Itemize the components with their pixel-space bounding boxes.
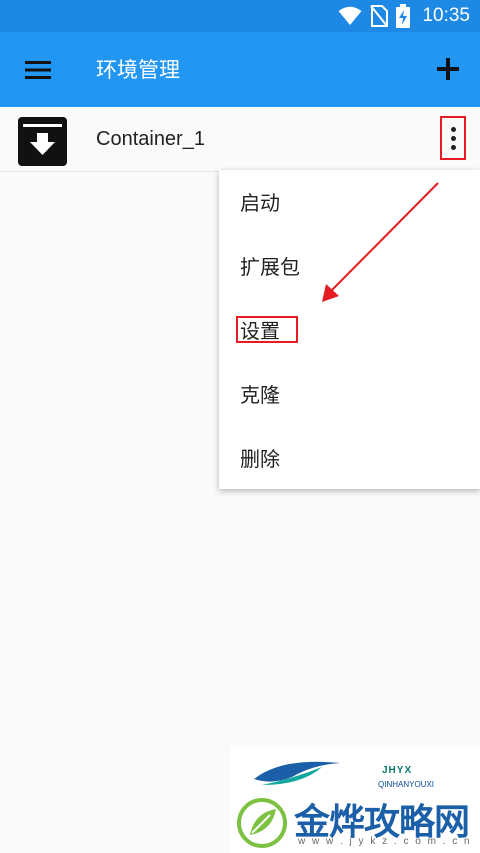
menu-item-extension-pack[interactable]: 扩展包 (219, 234, 480, 297)
add-button[interactable] (432, 52, 464, 86)
watermark-url: w w w . j y k z . c o m . c n (298, 836, 472, 847)
no-sim-icon (370, 5, 389, 27)
wifi-icon (338, 6, 362, 25)
leaf-logo-icon (237, 798, 287, 848)
plus-icon (437, 58, 459, 80)
watermark-sub: QINHANYOUXI (378, 780, 435, 789)
menu-item-clone[interactable]: 克隆 (219, 362, 480, 425)
more-vert-dot (450, 144, 456, 150)
menu-item-delete[interactable]: 删除 (219, 426, 480, 489)
status-time: 10:35 (422, 5, 470, 26)
watermark: JHYX QINHANYOUXI 金烨攻略网 w w w . j y k z .… (230, 747, 480, 853)
battery-charging-icon (396, 4, 411, 28)
app-bar: 环境管理 (0, 32, 480, 107)
more-vert-dot (450, 126, 456, 132)
swoosh-logo-icon (254, 761, 340, 785)
settings-highlight-annotation (236, 316, 298, 343)
list-item[interactable]: Container_1 (0, 107, 480, 172)
status-bar: 10:35 (0, 0, 480, 32)
more-vert-dot (450, 135, 456, 141)
status-icons: 10:35 (338, 0, 470, 32)
more-options-button[interactable] (440, 116, 466, 160)
archive-box-icon (18, 117, 67, 166)
hamburger-menu-button[interactable] (22, 54, 54, 86)
hamburger-menu-icon (25, 61, 51, 79)
menu-item-start[interactable]: 启动 (219, 170, 480, 233)
watermark-brand: JHYX (382, 765, 413, 776)
list-item-label: Container_1 (96, 128, 205, 150)
page-title: 环境管理 (96, 58, 180, 82)
